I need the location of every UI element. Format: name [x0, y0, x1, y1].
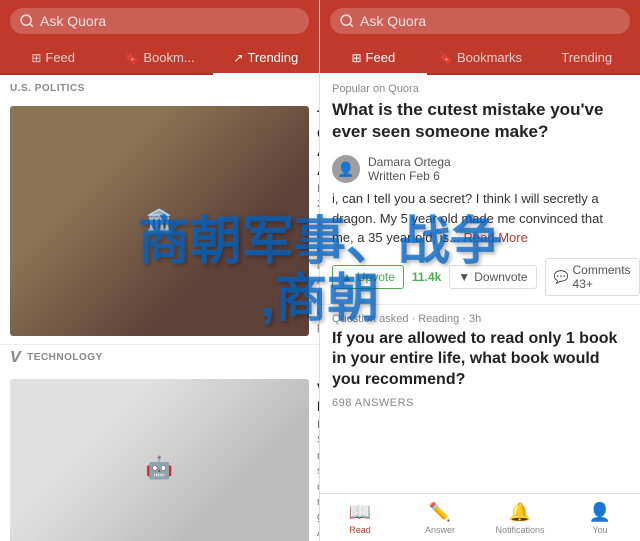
tab-trending-left[interactable]: ↗ Trending — [213, 42, 319, 75]
nav-notifications-right[interactable]: 🔔 Notifications — [480, 500, 560, 537]
left-panel: Ask Quora ⊞ Feed 🔖 Bookm... ↗ Trending U… — [0, 0, 320, 541]
left-search-bar: Ask Quora — [0, 0, 319, 42]
main-question: What is the cutest mistake you've ever s… — [320, 99, 640, 151]
nav-read-right[interactable]: 📖 Read — [320, 500, 400, 537]
tab-feed-label-right: Feed — [366, 50, 396, 65]
tab-feed-left[interactable]: ⊞ Feed — [0, 42, 106, 73]
question2-meta: Question asked · Reading · 3h — [320, 305, 640, 329]
read-more-link[interactable]: Read More — [464, 230, 528, 245]
tab-bookmarks-right[interactable]: 🔖 Bookmarks — [427, 42, 534, 73]
answer-preview: i, can I tell you a secret? I think I wi… — [320, 189, 640, 254]
v-logo-icon: V — [10, 349, 21, 367]
nav-notifications-label-right: Notifications — [495, 525, 544, 535]
you-icon-right: 👤 — [589, 502, 611, 523]
author-avatar: 👤 — [332, 155, 360, 183]
bookmark-icon-right: 🔖 — [438, 51, 453, 65]
tab-feed-right[interactable]: ⊞ Feed — [320, 42, 427, 75]
read-icon-right: 📖 — [349, 502, 371, 523]
news-item-viv[interactable]: 🤖 Viv AI Debuts In 2016, Siri makers sho… — [0, 371, 319, 541]
trending-icon-left: ↗ — [233, 51, 243, 65]
bookmark-icon-left: 🔖 — [124, 51, 139, 65]
section-label-tech: V TECHNOLOGY — [0, 345, 319, 371]
right-panel: Ask Quora ⊞ Feed 🔖 Bookmarks Trending Po… — [320, 0, 640, 541]
right-search-bar: Ask Quora — [320, 0, 640, 42]
author-info: Damara Ortega Written Feb 6 — [368, 155, 451, 183]
popular-label: Popular on Quora — [320, 75, 640, 99]
question-meta-text: Question asked · Reading · 3h — [332, 313, 481, 325]
news-item-trump[interactable]: 🏛️ Trump Goes After Amazon In May 2016, … — [0, 98, 319, 345]
right-bottom-nav: 📖 Read ✏️ Answer 🔔 Notifications 👤 You — [320, 493, 640, 541]
section-label-politics-1: U.S. Politics — [0, 75, 319, 98]
answer-icon-right: ✏️ — [429, 502, 451, 523]
left-tabs: ⊞ Feed 🔖 Bookm... ↗ Trending — [0, 42, 319, 75]
comments-label: Comments 43+ — [573, 263, 631, 291]
downvote-label: Downvote — [474, 270, 527, 284]
nav-you-label-right: You — [592, 525, 607, 535]
upvote-label: Upvote — [357, 270, 395, 284]
author-row: 👤 Damara Ortega Written Feb 6 — [320, 151, 640, 189]
thumb-trump: 🏛️ — [10, 106, 309, 336]
answers-count: 698 ANSWERS — [320, 397, 640, 409]
action-row: ▲ Upvote 11.4k ▼ Downvote 💬 Comments 43+… — [320, 254, 640, 305]
downvote-button[interactable]: ▼ Downvote — [449, 265, 536, 289]
tab-bookmarks-label-right: Bookmarks — [457, 50, 522, 65]
tab-feed-label-left: Feed — [45, 50, 75, 65]
upvote-button[interactable]: ▲ Upvote — [332, 265, 404, 289]
tab-bookmarks-left[interactable]: 🔖 Bookm... — [106, 42, 212, 73]
comments-icon: 💬 — [554, 270, 569, 284]
feed-icon-left: ⊞ — [31, 51, 41, 65]
second-question: If you are allowed to read only 1 book i… — [320, 329, 640, 397]
notifications-icon-right: 🔔 — [509, 502, 531, 523]
thumb-viv: 🤖 — [10, 379, 309, 541]
nav-you-right[interactable]: 👤 You — [560, 500, 640, 537]
feed-icon-right: ⊞ — [351, 51, 361, 65]
comments-button[interactable]: 💬 Comments 43+ — [545, 258, 640, 296]
upvote-count: 11.4k — [412, 270, 441, 284]
search-icon-right — [340, 14, 354, 28]
nav-answer-right[interactable]: ✏️ Answer — [400, 500, 480, 537]
left-search-input[interactable]: Ask Quora — [10, 8, 309, 34]
search-icon — [20, 14, 34, 28]
downvote-icon: ▼ — [458, 270, 470, 284]
nav-answer-label-right: Answer — [425, 525, 455, 535]
section-tech-text: TECHNOLOGY — [27, 352, 103, 363]
author-date: Written Feb 6 — [368, 169, 451, 183]
right-search-input[interactable]: Ask Quora — [330, 8, 630, 34]
left-search-text: Ask Quora — [40, 13, 106, 29]
right-search-text: Ask Quora — [360, 13, 426, 29]
upvote-icon: ▲ — [341, 270, 353, 284]
author-name: Damara Ortega — [368, 155, 451, 169]
tab-bookmarks-label-left: Bookm... — [143, 50, 194, 65]
right-tabs: ⊞ Feed 🔖 Bookmarks Trending — [320, 42, 640, 75]
tab-trending-label-right: Trending — [561, 50, 612, 65]
tab-trending-right[interactable]: Trending — [533, 42, 640, 73]
tab-trending-label-left: Trending — [247, 50, 298, 65]
nav-read-label-right: Read — [349, 525, 371, 535]
